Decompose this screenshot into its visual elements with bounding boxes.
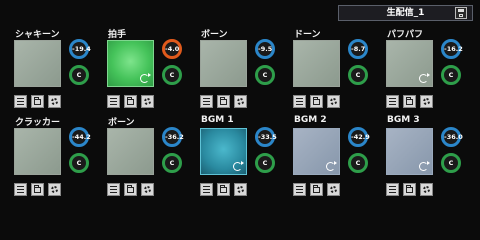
pad-title: ボーン — [201, 30, 228, 40]
pan-knob[interactable]: C — [69, 153, 89, 173]
loop-icon — [419, 161, 430, 171]
menu-icon[interactable] — [200, 183, 213, 196]
gear-icon[interactable] — [48, 183, 61, 196]
gear-icon[interactable] — [141, 95, 154, 108]
folder-icon[interactable] — [310, 95, 323, 108]
pad-cell-3: ボーン -9.5 C — [200, 27, 288, 111]
pad-title: ボーン — [108, 118, 135, 128]
menu-icon[interactable] — [14, 183, 27, 196]
menu-icon[interactable] — [107, 183, 120, 196]
pad-title: BGM 3 — [387, 115, 420, 125]
top-bar: 生配信_1 — [0, 0, 480, 26]
pad-button[interactable] — [293, 128, 340, 175]
pad-title: クラッカー — [15, 118, 61, 128]
pan-knob[interactable]: C — [348, 153, 368, 173]
folder-icon[interactable] — [31, 183, 44, 196]
pan-knob[interactable]: C — [348, 65, 368, 85]
menu-icon[interactable] — [107, 95, 120, 108]
pan-knob[interactable]: C — [441, 153, 461, 173]
pad-cell-1: シャキーン -19.4 C — [14, 27, 102, 111]
loop-icon — [326, 161, 337, 171]
menu-icon[interactable] — [386, 183, 399, 196]
pad-cell-2: 拍手 -4.0 C — [107, 27, 195, 111]
pad-cell-10: BGM 3 -36.0 C — [386, 115, 474, 199]
pad-button[interactable] — [386, 40, 433, 87]
pad-title: パフパフ — [387, 30, 424, 40]
volume-knob[interactable]: -33.5 — [255, 127, 277, 147]
volume-knob[interactable]: -8.7 — [348, 39, 368, 59]
gear-icon[interactable] — [420, 95, 433, 108]
gear-icon[interactable] — [48, 95, 61, 108]
volume-knob[interactable]: -9.5 — [255, 39, 275, 59]
pad-title: 拍手 — [108, 30, 127, 40]
pad-button[interactable] — [107, 40, 154, 87]
pad-button[interactable] — [293, 40, 340, 87]
menu-icon[interactable] — [293, 95, 306, 108]
menu-icon[interactable] — [200, 95, 213, 108]
pad-cell-8: BGM 1 -33.5 C — [200, 115, 288, 199]
pad-cell-5: パフパフ -16.2 C — [386, 27, 474, 111]
pan-knob[interactable]: C — [69, 65, 89, 85]
folder-icon[interactable] — [310, 183, 323, 196]
gear-icon[interactable] — [141, 183, 154, 196]
pad-cell-9: BGM 2 -42.9 C — [293, 115, 381, 199]
menu-icon[interactable] — [293, 183, 306, 196]
pan-knob[interactable]: C — [441, 65, 461, 85]
folder-icon[interactable] — [403, 95, 416, 108]
floppy-disk-icon[interactable] — [455, 7, 467, 19]
folder-icon[interactable] — [31, 95, 44, 108]
pad-button[interactable] — [14, 128, 61, 175]
volume-knob[interactable]: -44.2 — [69, 127, 91, 147]
pad-cell-4: ドーン -8.7 C — [293, 27, 381, 111]
volume-knob[interactable]: -42.9 — [348, 127, 370, 147]
volume-knob[interactable]: -36.2 — [162, 127, 184, 147]
preset-name-field[interactable]: 生配信_1 — [338, 5, 473, 21]
gear-icon[interactable] — [327, 95, 340, 108]
pad-cell-7: ボーン -36.2 C — [107, 115, 195, 199]
gear-icon[interactable] — [234, 183, 247, 196]
volume-knob[interactable]: -19.4 — [69, 39, 91, 59]
pad-title: ドーン — [294, 30, 321, 40]
volume-knob[interactable]: -4.0 — [162, 39, 182, 59]
pan-knob[interactable]: C — [162, 65, 182, 85]
folder-icon[interactable] — [217, 183, 230, 196]
pad-button[interactable] — [107, 128, 154, 175]
pad-title: シャキーン — [15, 30, 60, 40]
folder-icon[interactable] — [124, 95, 137, 108]
pan-knob[interactable]: C — [255, 153, 275, 173]
folder-icon[interactable] — [217, 95, 230, 108]
menu-icon[interactable] — [14, 95, 27, 108]
loop-icon — [140, 73, 151, 83]
folder-icon[interactable] — [124, 183, 137, 196]
pad-cell-6: クラッカー -44.2 C — [14, 115, 102, 199]
pad-title: BGM 1 — [201, 115, 234, 125]
pad-button[interactable] — [14, 40, 61, 87]
pan-knob[interactable]: C — [162, 153, 182, 173]
loop-icon — [233, 161, 244, 171]
pad-button[interactable] — [200, 128, 247, 175]
volume-knob[interactable]: -16.2 — [441, 39, 463, 59]
volume-knob[interactable]: -36.0 — [441, 127, 463, 147]
loop-icon — [419, 73, 430, 83]
gear-icon[interactable] — [327, 183, 340, 196]
gear-icon[interactable] — [420, 183, 433, 196]
pad-button[interactable] — [200, 40, 247, 87]
folder-icon[interactable] — [403, 183, 416, 196]
menu-icon[interactable] — [386, 95, 399, 108]
pad-title: BGM 2 — [294, 115, 327, 125]
pad-button[interactable] — [386, 128, 433, 175]
pan-knob[interactable]: C — [255, 65, 275, 85]
gear-icon[interactable] — [234, 95, 247, 108]
